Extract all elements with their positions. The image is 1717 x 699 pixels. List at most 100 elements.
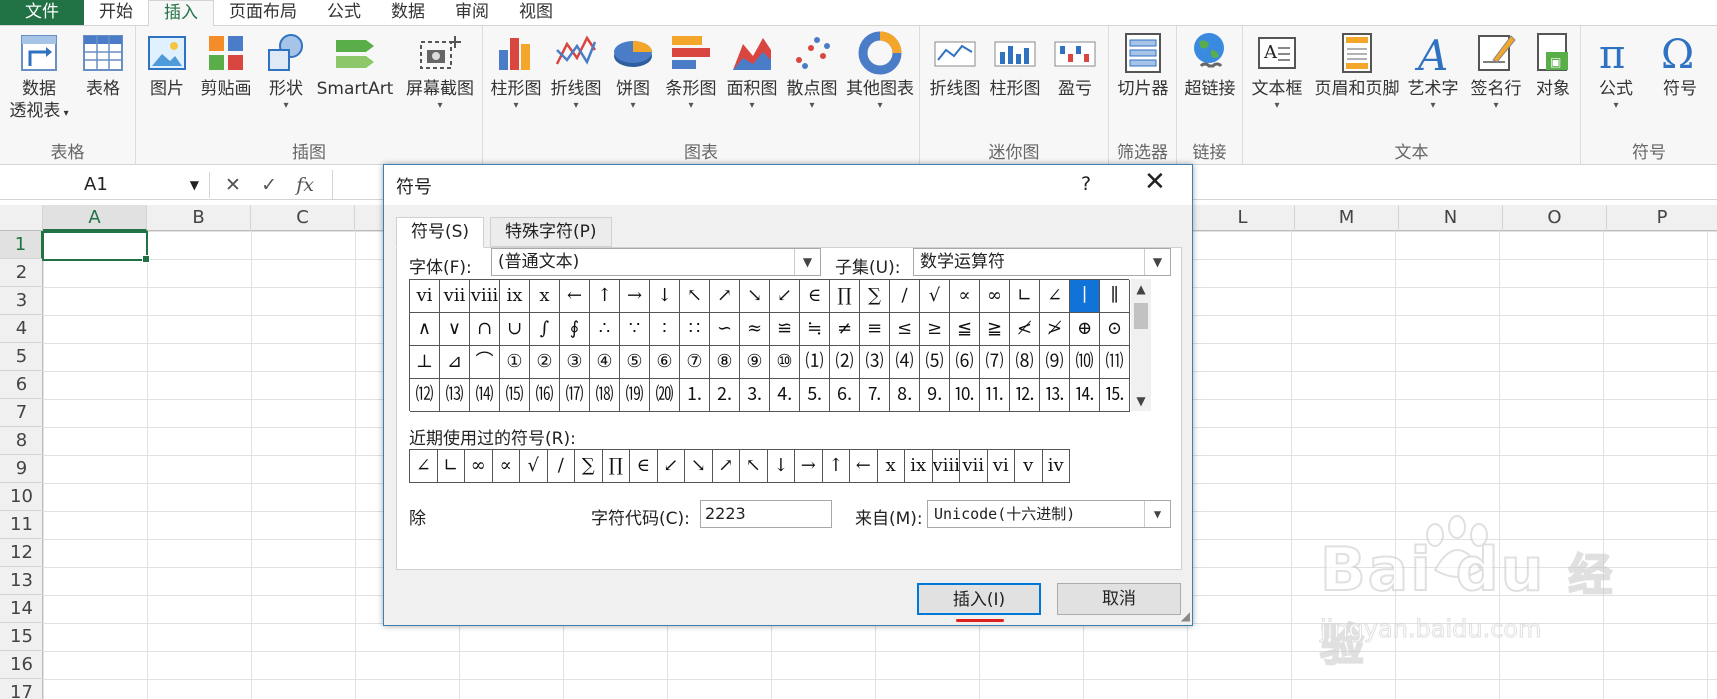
area-chart-button[interactable]: 面积图 ▾ <box>723 30 781 112</box>
symbol-cell[interactable]: ↑ <box>590 280 620 313</box>
recent-symbol-cell[interactable]: ↑ <box>822 450 850 483</box>
symbol-cell[interactable]: ⑹ <box>950 346 980 379</box>
row-header[interactable]: 4 <box>0 315 43 343</box>
symbol-cell[interactable]: ⒎ <box>860 379 890 412</box>
recent-symbol-cell[interactable]: ∞ <box>465 450 493 483</box>
symbol-cell[interactable]: ② <box>530 346 560 379</box>
symbol-cell[interactable]: ∫ <box>530 313 560 346</box>
confirm-edit-icon[interactable]: ✓ <box>254 172 284 198</box>
sparkline-column-button[interactable]: 柱形图 <box>986 30 1044 100</box>
tab-data[interactable]: 数据 <box>376 0 440 25</box>
screenshot-button[interactable]: 屏幕截图 ▾ <box>400 30 480 112</box>
symbol-cell[interactable]: ⒋ <box>770 379 800 412</box>
symbol-cell[interactable]: ∷ <box>680 313 710 346</box>
symbol-cell[interactable]: ∠ <box>1040 280 1070 313</box>
symbol-cell[interactable]: ⒈ <box>680 379 710 412</box>
symbol-cell[interactable]: ∟ <box>1010 280 1040 313</box>
close-icon[interactable]: ✕ <box>1144 167 1166 197</box>
clipart-button[interactable]: 剪贴画 <box>196 30 256 100</box>
help-icon[interactable]: ? <box>1081 173 1091 195</box>
subset-select[interactable]: 数学运算符 ▼ <box>913 248 1171 276</box>
recent-symbol-cell[interactable]: ↓ <box>767 450 795 483</box>
row-header[interactable]: 8 <box>0 427 43 455</box>
insert-function-icon[interactable]: fx <box>290 172 320 198</box>
insert-button[interactable]: 插入(I) <box>917 583 1041 615</box>
symbol-cell[interactable]: ⒑ <box>950 379 980 412</box>
recent-symbol-cell[interactable]: √ <box>520 450 548 483</box>
recent-symbol-cell[interactable]: ⅹ <box>877 450 905 483</box>
symbol-cell[interactable]: ⒉ <box>710 379 740 412</box>
smartart-button[interactable]: SmartArt <box>314 30 396 100</box>
recent-symbol-cell[interactable]: ∕ <box>547 450 575 483</box>
row-header[interactable]: 11 <box>0 511 43 539</box>
symbol-cell[interactable]: ⒇ <box>650 379 680 412</box>
tab-formulas[interactable]: 公式 <box>312 0 376 25</box>
recent-symbol-cell[interactable]: ⅷ <box>932 450 960 483</box>
sparkline-line-button[interactable]: 折线图 <box>926 30 984 100</box>
symbol-cell[interactable]: ⊙ <box>1100 313 1130 346</box>
table-button[interactable]: 表格 <box>74 30 132 100</box>
symbol-cell[interactable]: ⑷ <box>890 346 920 379</box>
resize-grip-icon[interactable]: ◢ <box>1181 609 1190 623</box>
row-header[interactable]: 9 <box>0 455 43 483</box>
symbol-cell[interactable]: ↗ <box>710 280 740 313</box>
recent-symbol-cell[interactable]: ↙ <box>657 450 685 483</box>
symbol-cell[interactable]: ⅶ <box>440 280 470 313</box>
recent-symbol-cell[interactable]: ↗ <box>712 450 740 483</box>
symbol-cell[interactable]: ⑸ <box>920 346 950 379</box>
row-header[interactable]: 6 <box>0 371 43 399</box>
symbol-cell[interactable]: ∕ <box>890 280 920 313</box>
symbol-cell[interactable]: ∈ <box>800 280 830 313</box>
symbol-cell[interactable]: ∴ <box>590 313 620 346</box>
recent-symbol-cell[interactable]: ∑ <box>575 450 603 483</box>
symbol-cell[interactable]: ⑻ <box>1010 346 1040 379</box>
signature-line-button[interactable]: 签名行 ▾ <box>1465 30 1527 112</box>
symbol-cell[interactable]: √ <box>920 280 950 313</box>
symbol-cell[interactable]: ↘ <box>740 280 770 313</box>
column-header-p[interactable]: P <box>1607 205 1717 231</box>
recent-symbol-cell[interactable]: ↖ <box>740 450 768 483</box>
recent-symbol-cell[interactable]: ∝ <box>492 450 520 483</box>
column-chart-button[interactable]: 柱形图 ▾ <box>487 30 545 112</box>
textbox-button[interactable]: A 文本框 ▾ <box>1245 30 1309 112</box>
column-header-a[interactable]: A <box>43 205 147 231</box>
symbol-button[interactable]: Ω 符号 <box>1651 30 1709 100</box>
recent-symbol-cell[interactable]: ∈ <box>630 450 658 483</box>
row-header[interactable]: 12 <box>0 539 43 567</box>
recent-symbol-cell[interactable]: ⅳ <box>1042 450 1070 483</box>
object-button[interactable]: ▣ 对象 <box>1527 30 1579 100</box>
symbol-cell[interactable]: ≌ <box>770 313 800 346</box>
row-header[interactable]: 14 <box>0 595 43 623</box>
symbol-cell[interactable]: ⒃ <box>530 379 560 412</box>
symbol-cell[interactable]: ↙ <box>770 280 800 313</box>
symbol-cell[interactable]: ⑶ <box>860 346 890 379</box>
row-header[interactable]: 7 <box>0 399 43 427</box>
symbol-cell[interactable]: ≥ <box>920 313 950 346</box>
symbol-cell[interactable]: ∧ <box>410 313 440 346</box>
symbol-cell[interactable]: ⒀ <box>440 379 470 412</box>
picture-button[interactable]: 图片 <box>142 30 192 100</box>
symbol-cell[interactable]: ⊿ <box>440 346 470 379</box>
recent-symbol-cell[interactable]: ← <box>850 450 878 483</box>
symbol-cell[interactable]: ⑴ <box>800 346 830 379</box>
symbol-cell[interactable]: ③ <box>560 346 590 379</box>
scroll-up-icon[interactable]: ▲ <box>1131 279 1151 299</box>
recent-symbol-cell[interactable]: ↘ <box>685 450 713 483</box>
tab-review[interactable]: 审阅 <box>440 0 504 25</box>
equation-button[interactable]: π 公式 ▾ <box>1587 30 1645 112</box>
symbol-cell[interactable]: ∞ <box>980 280 1010 313</box>
tab-file[interactable]: 文件 <box>0 0 84 25</box>
row-header[interactable]: 3 <box>0 287 43 315</box>
line-chart-button[interactable]: 折线图 ▾ <box>547 30 605 112</box>
symbol-cell[interactable]: ⒂ <box>500 379 530 412</box>
column-header-l[interactable]: L <box>1191 205 1295 231</box>
tab-symbols[interactable]: 符号(S) <box>396 217 485 248</box>
symbol-grid-scrollbar[interactable]: ▲ ▼ <box>1131 279 1151 411</box>
symbol-cell[interactable]: ∵ <box>620 313 650 346</box>
symbol-cell[interactable]: ⒊ <box>740 379 770 412</box>
chevron-down-icon[interactable]: ▼ <box>794 249 820 275</box>
wordart-button[interactable]: A 艺术字 ▾ <box>1403 30 1463 112</box>
chevron-down-icon[interactable]: ▼ <box>1144 249 1170 275</box>
symbol-cell[interactable]: ∽ <box>710 313 740 346</box>
tab-insert[interactable]: 插入 <box>148 0 214 27</box>
